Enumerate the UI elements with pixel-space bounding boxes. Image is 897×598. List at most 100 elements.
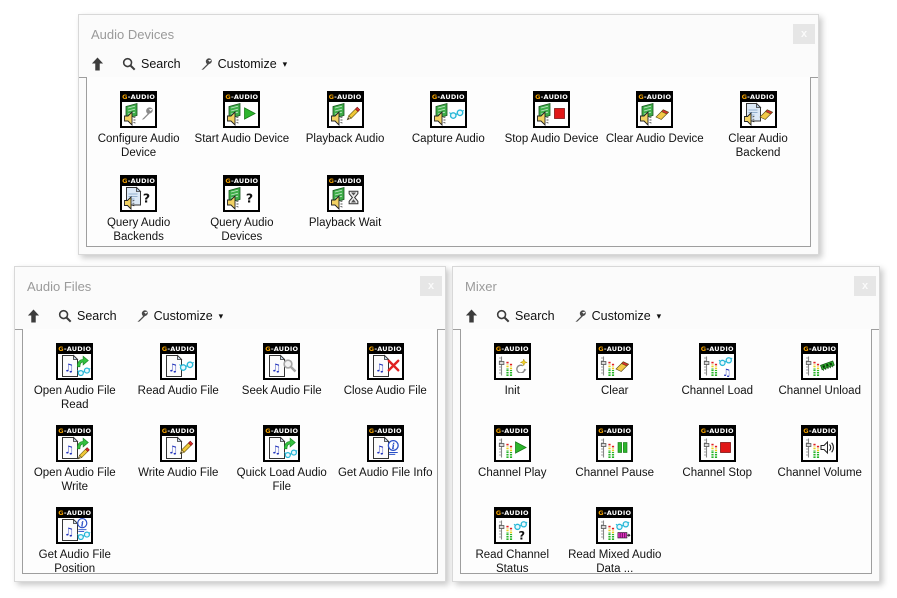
- close-button[interactable]: x: [420, 276, 442, 296]
- palette-item-channel-load[interactable]: G-AUDIOChannel Load: [666, 337, 769, 419]
- palette-grid-audio-files: G-AUDIOOpen Audio File ReadG-AUDIORead A…: [22, 329, 438, 574]
- palette-item-query-audio-backends[interactable]: G-AUDIOQuery Audio Backends: [87, 169, 190, 247]
- g-audio-banner: G-AUDIO: [265, 427, 298, 436]
- g-audio-banner: G-AUDIO: [535, 93, 568, 102]
- customize-button[interactable]: Customize ▾: [573, 309, 662, 323]
- palette-item-capture-audio[interactable]: G-AUDIOCapture Audio: [397, 85, 500, 169]
- mixer-vi-icon: G-AUDIO: [596, 343, 633, 380]
- palette-item-start-audio-device[interactable]: G-AUDIOStart Audio Device: [190, 85, 293, 169]
- magnifier-icon: [122, 57, 136, 71]
- g-audio-banner: G-AUDIO: [701, 427, 734, 436]
- mixer-vi-icon: G-AUDIO: [494, 507, 531, 544]
- palette-item-label: Clear Audio Backend: [708, 132, 807, 160]
- palette-item-channel-volume[interactable]: G-AUDIOChannel Volume: [769, 419, 872, 501]
- palette-item-label: Channel Stop: [682, 466, 752, 480]
- palette-grid-mixer: G-AUDIOInitG-AUDIOClearG-AUDIOChannel Lo…: [460, 329, 872, 574]
- palette-item-close-audio-file[interactable]: G-AUDIOClose Audio File: [334, 337, 438, 419]
- g-audio-banner: G-AUDIO: [496, 509, 529, 518]
- docspeaker-vi-icon: G-AUDIO: [740, 91, 777, 128]
- close-button[interactable]: x: [854, 276, 876, 296]
- titlebar[interactable]: Audio Devices x: [79, 15, 818, 51]
- up-button[interactable]: [91, 57, 104, 71]
- g-audio-banner: G-AUDIO: [496, 345, 529, 354]
- palette-item-query-audio-devices[interactable]: G-AUDIOQuery Audio Devices: [190, 169, 293, 247]
- file-vi-icon: G-AUDIO: [367, 343, 404, 380]
- palette-item-read-channel-status[interactable]: G-AUDIO Read Channel Status: [461, 501, 564, 574]
- palette-item-playback-wait[interactable]: G-AUDIOPlayback Wait: [293, 169, 396, 247]
- palette-item-read-audio-file[interactable]: G-AUDIORead Audio File: [127, 337, 231, 419]
- customize-label: Customize: [154, 309, 213, 323]
- g-audio-banner: G-AUDIO: [329, 177, 362, 186]
- palette-item-channel-unload[interactable]: G-AUDIO Channel Unload: [769, 337, 872, 419]
- palette-item-configure-audio-device[interactable]: G-AUDIOConfigure Audio Device: [87, 85, 190, 169]
- palette-item-seek-audio-file[interactable]: G-AUDIO Seek Audio File: [230, 337, 334, 419]
- palette-item-label: Init: [505, 384, 520, 398]
- search-button[interactable]: Search: [58, 309, 117, 323]
- palette-item-label: Query Audio Devices: [192, 216, 291, 244]
- palette-item-channel-pause[interactable]: G-AUDIOChannel Pause: [564, 419, 667, 501]
- palette-item-label: Read Channel Status: [463, 548, 562, 574]
- mixer-vi-icon: G-AUDIO: [596, 425, 633, 462]
- chevron-down-icon: ▾: [657, 312, 662, 321]
- palette-item-label: Seek Audio File: [242, 384, 322, 398]
- g-audio-banner: G-AUDIO: [496, 427, 529, 436]
- palette-item-read-mixed-audio-data[interactable]: G-AUDIORead Mixed Audio Data ...: [564, 501, 667, 574]
- close-button[interactable]: x: [793, 24, 815, 44]
- chevron-down-icon: ▾: [283, 60, 288, 69]
- palette-item-write-audio-file[interactable]: G-AUDIOWrite Audio File: [127, 419, 231, 501]
- palette-item-stop-audio-device[interactable]: G-AUDIOStop Audio Device: [500, 85, 603, 169]
- file-vi-icon: G-AUDIO: [263, 343, 300, 380]
- toolbar: Search Customize ▾: [15, 303, 445, 329]
- palette-item-get-audio-file-position[interactable]: G-AUDIO Get Audio File Position: [23, 501, 127, 574]
- g-audio-banner: G-AUDIO: [122, 177, 155, 186]
- palette-item-label: Configure Audio Device: [89, 132, 188, 160]
- g-audio-banner: G-AUDIO: [58, 427, 91, 436]
- palette-item-clear-audio-device[interactable]: G-AUDIOClear Audio Device: [603, 85, 706, 169]
- customize-label: Customize: [592, 309, 651, 323]
- search-label: Search: [77, 309, 117, 323]
- palette-item-get-audio-file-info[interactable]: G-AUDIO Get Audio File Info: [334, 419, 438, 501]
- window-audio-devices: Audio Devices x Search Customize ▾ G-AUDI…: [78, 14, 819, 255]
- file-vi-icon: G-AUDIO: [367, 425, 404, 462]
- palette-item-clear-audio-backend[interactable]: G-AUDIO Clear Audio Backend: [706, 85, 809, 169]
- palette-item-label: Channel Load: [681, 384, 753, 398]
- palette-item-open-audio-file-read[interactable]: G-AUDIOOpen Audio File Read: [23, 337, 127, 419]
- speaker-vi-icon: G-AUDIO: [533, 91, 570, 128]
- customize-button[interactable]: Customize ▾: [199, 57, 288, 71]
- customize-button[interactable]: Customize ▾: [135, 309, 224, 323]
- titlebar[interactable]: Mixer x: [453, 267, 879, 303]
- toolbar: Search Customize ▾: [79, 51, 818, 77]
- wrench-icon: [135, 309, 149, 323]
- g-audio-banner: G-AUDIO: [369, 427, 402, 436]
- titlebar[interactable]: Audio Files x: [15, 267, 445, 303]
- palette-item-clear[interactable]: G-AUDIOClear: [564, 337, 667, 419]
- g-audio-banner: G-AUDIO: [803, 345, 836, 354]
- palette-item-label: Get Audio File Position: [25, 548, 125, 574]
- palette-item-channel-play[interactable]: G-AUDIOChannel Play: [461, 419, 564, 501]
- mixer-vi-icon: G-AUDIO: [699, 425, 736, 462]
- g-audio-banner: G-AUDIO: [742, 93, 775, 102]
- search-button[interactable]: Search: [496, 309, 555, 323]
- file-vi-icon: G-AUDIO: [263, 425, 300, 462]
- g-audio-banner: G-AUDIO: [432, 93, 465, 102]
- wrench-icon: [573, 309, 587, 323]
- file-vi-icon: G-AUDIO: [160, 343, 197, 380]
- palette-item-label: Get Audio File Info: [338, 466, 433, 480]
- up-arrow-icon: [465, 309, 478, 323]
- palette-item-label: Channel Unload: [779, 384, 861, 398]
- up-button[interactable]: [27, 309, 40, 323]
- palette-item-playback-audio[interactable]: G-AUDIOPlayback Audio: [293, 85, 396, 169]
- customize-label: Customize: [218, 57, 277, 71]
- palette-item-open-audio-file-write[interactable]: G-AUDIOOpen Audio File Write: [23, 419, 127, 501]
- g-audio-banner: G-AUDIO: [265, 345, 298, 354]
- mixer-vi-icon: G-AUDIO: [596, 507, 633, 544]
- palette-item-init[interactable]: G-AUDIO Init: [461, 337, 564, 419]
- g-audio-banner: G-AUDIO: [598, 427, 631, 436]
- g-audio-banner: G-AUDIO: [369, 345, 402, 354]
- up-button[interactable]: [465, 309, 478, 323]
- chevron-down-icon: ▾: [219, 312, 224, 321]
- palette-item-quick-load-audio-file[interactable]: G-AUDIOQuick Load Audio File: [230, 419, 334, 501]
- g-audio-banner: G-AUDIO: [58, 509, 91, 518]
- search-button[interactable]: Search: [122, 57, 181, 71]
- palette-item-channel-stop[interactable]: G-AUDIO Channel Stop: [666, 419, 769, 501]
